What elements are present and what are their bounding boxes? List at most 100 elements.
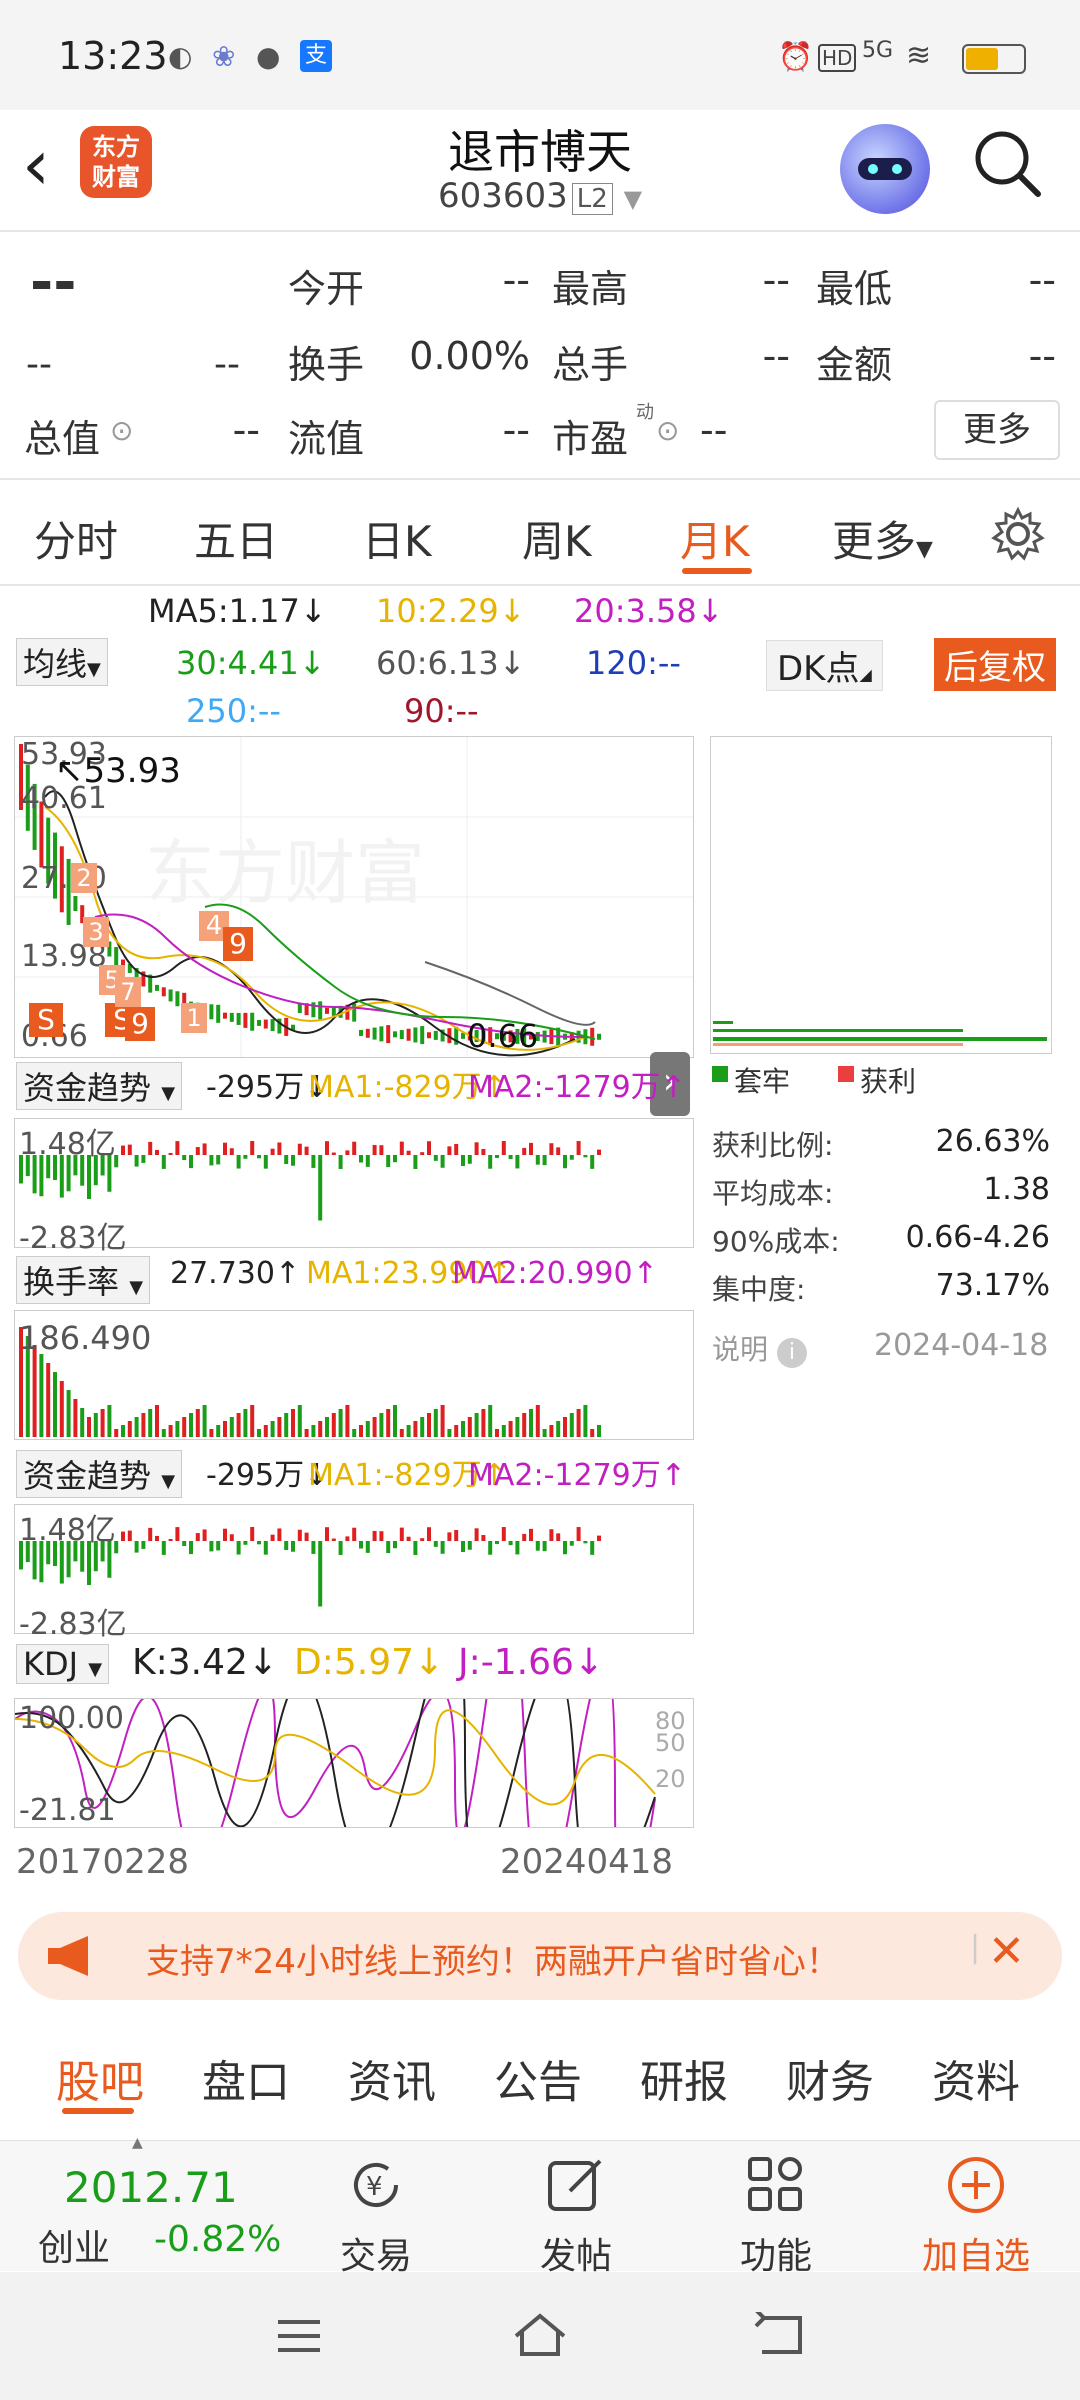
- volume-bar: [216, 1155, 221, 1165]
- index-change[interactable]: -0.82%: [154, 2219, 281, 2260]
- volume-bar: [576, 1527, 581, 1541]
- menu-icon[interactable]: [274, 2316, 324, 2356]
- volume-bar: [447, 1146, 452, 1155]
- tab-five-day[interactable]: 五日: [194, 508, 278, 569]
- signal-marker[interactable]: 1: [181, 1003, 207, 1033]
- turnover-bar: [93, 1413, 98, 1437]
- robot-avatar[interactable]: [840, 124, 930, 214]
- fund-trend-selector[interactable]: 资金趋势 ▼: [16, 1062, 183, 1110]
- turnover-bar: [148, 1409, 153, 1437]
- x-axis-end: 20240418: [500, 1842, 674, 1882]
- kdj-selector[interactable]: KDJ ▼: [16, 1644, 110, 1684]
- avg-cost-label: 平均成本:: [712, 1177, 834, 1210]
- tab-more[interactable]: 更多▼: [832, 508, 933, 569]
- signal-marker[interactable]: 9: [223, 927, 253, 961]
- volume-bar: [168, 1152, 173, 1155]
- post-icon[interactable]: [544, 2153, 608, 2217]
- promo-banner[interactable]: 支持7*24小时线上预约！两融开户省时省心！ | ✕: [18, 1912, 1062, 2000]
- volume-bar: [501, 1141, 506, 1155]
- fund-trend-chart[interactable]: 1.48亿 -2.83亿: [14, 1118, 694, 1256]
- volume-bar: [556, 1533, 561, 1541]
- volume-bar: [352, 1141, 357, 1155]
- back-nav-icon[interactable]: [752, 2312, 808, 2358]
- turnover-bar: [100, 1409, 105, 1437]
- candle: [270, 1019, 275, 1032]
- kdj-chart[interactable]: 100.00 -21.81 80 50 20: [14, 1612, 694, 1927]
- tab-financials[interactable]: 财务: [786, 2046, 874, 2110]
- tab-research[interactable]: 研报: [640, 2046, 728, 2110]
- signal-marker[interactable]: 7: [115, 977, 141, 1007]
- volume-bar: [270, 1148, 275, 1155]
- volume-bar: [338, 1541, 343, 1555]
- turnover-bar: [569, 1413, 574, 1437]
- tab-guba[interactable]: 股吧: [56, 2046, 144, 2110]
- volume-bar: [331, 1152, 336, 1155]
- volume-bar: [284, 1155, 289, 1165]
- volume-bar: [427, 1527, 431, 1541]
- volume-bar: [515, 1541, 520, 1555]
- turnover-selector[interactable]: 换手率 ▼: [16, 1256, 151, 1304]
- settings-icon[interactable]: [990, 506, 1046, 562]
- profit-legend-swatch: [838, 1066, 854, 1082]
- info-icon[interactable]: ⊙: [656, 414, 679, 447]
- volume-bar: [461, 1155, 465, 1166]
- signal-marker[interactable]: 3: [83, 917, 109, 947]
- turnover-bar: [250, 1405, 255, 1437]
- candle: [433, 1030, 438, 1040]
- tab-weekly-k[interactable]: 周K: [522, 508, 592, 569]
- profit-ratio-value: 26.63%: [935, 1124, 1050, 1159]
- app-icon: ◐: [168, 40, 193, 73]
- restore-right-button[interactable]: 后复权: [934, 638, 1056, 691]
- turnover-bar: [515, 1417, 520, 1437]
- more-button[interactable]: 更多: [934, 400, 1060, 460]
- fund-trend-chart-2[interactable]: 1.48亿 -2.83亿: [14, 1504, 694, 1642]
- signal-marker[interactable]: 9: [125, 1007, 155, 1041]
- close-icon[interactable]: ✕: [988, 1926, 1025, 1977]
- candle: [168, 989, 173, 1002]
- sell-marker[interactable]: S: [29, 1003, 63, 1037]
- volume-bar: [257, 1155, 261, 1159]
- volume-bar: [590, 1155, 595, 1169]
- tab-daily-k[interactable]: 日K: [362, 508, 432, 569]
- tab-news[interactable]: 资讯: [348, 2046, 436, 2110]
- volume-bar: [202, 1529, 207, 1541]
- fund-trend-selector-2[interactable]: 资金趋势 ▼: [16, 1450, 183, 1498]
- volume-bar: [563, 1155, 567, 1169]
- tab-monthly-k[interactable]: 月K: [680, 508, 750, 569]
- volume-bar: [399, 1527, 404, 1541]
- tab-order-book[interactable]: 盘口: [202, 2046, 290, 2110]
- search-icon[interactable]: [972, 128, 1042, 198]
- tab-intraday[interactable]: 分时: [34, 508, 118, 569]
- home-icon[interactable]: [510, 2310, 570, 2360]
- tab-announcements[interactable]: 公告: [494, 2046, 582, 2110]
- volume-bar: [576, 1141, 581, 1155]
- kline-chart[interactable]: 东方财富 53.93 ↖53.93 40.61 27.30 13.98 0.66…: [14, 736, 694, 1058]
- volume-bar: [386, 1541, 391, 1554]
- signal-marker[interactable]: 2: [71, 863, 97, 893]
- turnover-bar: [155, 1405, 159, 1437]
- add-watchlist-icon[interactable]: [944, 2153, 1008, 2217]
- index-name[interactable]: 创业: [38, 2219, 110, 2271]
- candle: [209, 1004, 214, 1020]
- watermark: 东方财富: [145, 834, 425, 912]
- volume-bar: [440, 1155, 445, 1168]
- trade-icon[interactable]: ¥: [344, 2153, 408, 2217]
- volume-bar: [522, 1147, 527, 1155]
- index-value[interactable]: 2012.71: [64, 2163, 238, 2212]
- tab-profile[interactable]: 资料: [932, 2046, 1020, 2110]
- note-link[interactable]: 说明 i: [712, 1328, 807, 1368]
- dk-point-button[interactable]: DK点◢: [766, 640, 883, 691]
- active-bottom-tab-indicator: [62, 2108, 134, 2114]
- volume-bar: [291, 1155, 295, 1166]
- fund-trend-ymin: -2.83亿: [19, 1221, 127, 1256]
- turnover-bar: [365, 1421, 370, 1437]
- turnover-bar: [297, 1405, 302, 1437]
- functions-icon[interactable]: [744, 2153, 808, 2217]
- ma-selector[interactable]: 均线▼: [16, 638, 108, 686]
- turnover-chart[interactable]: 186.490: [14, 1310, 694, 1440]
- volume-bar: [277, 1528, 282, 1541]
- turnover-bar: [454, 1425, 459, 1437]
- volume-bar: [379, 1531, 384, 1541]
- volume-bar: [291, 1541, 295, 1552]
- info-icon[interactable]: ⊙: [110, 414, 133, 447]
